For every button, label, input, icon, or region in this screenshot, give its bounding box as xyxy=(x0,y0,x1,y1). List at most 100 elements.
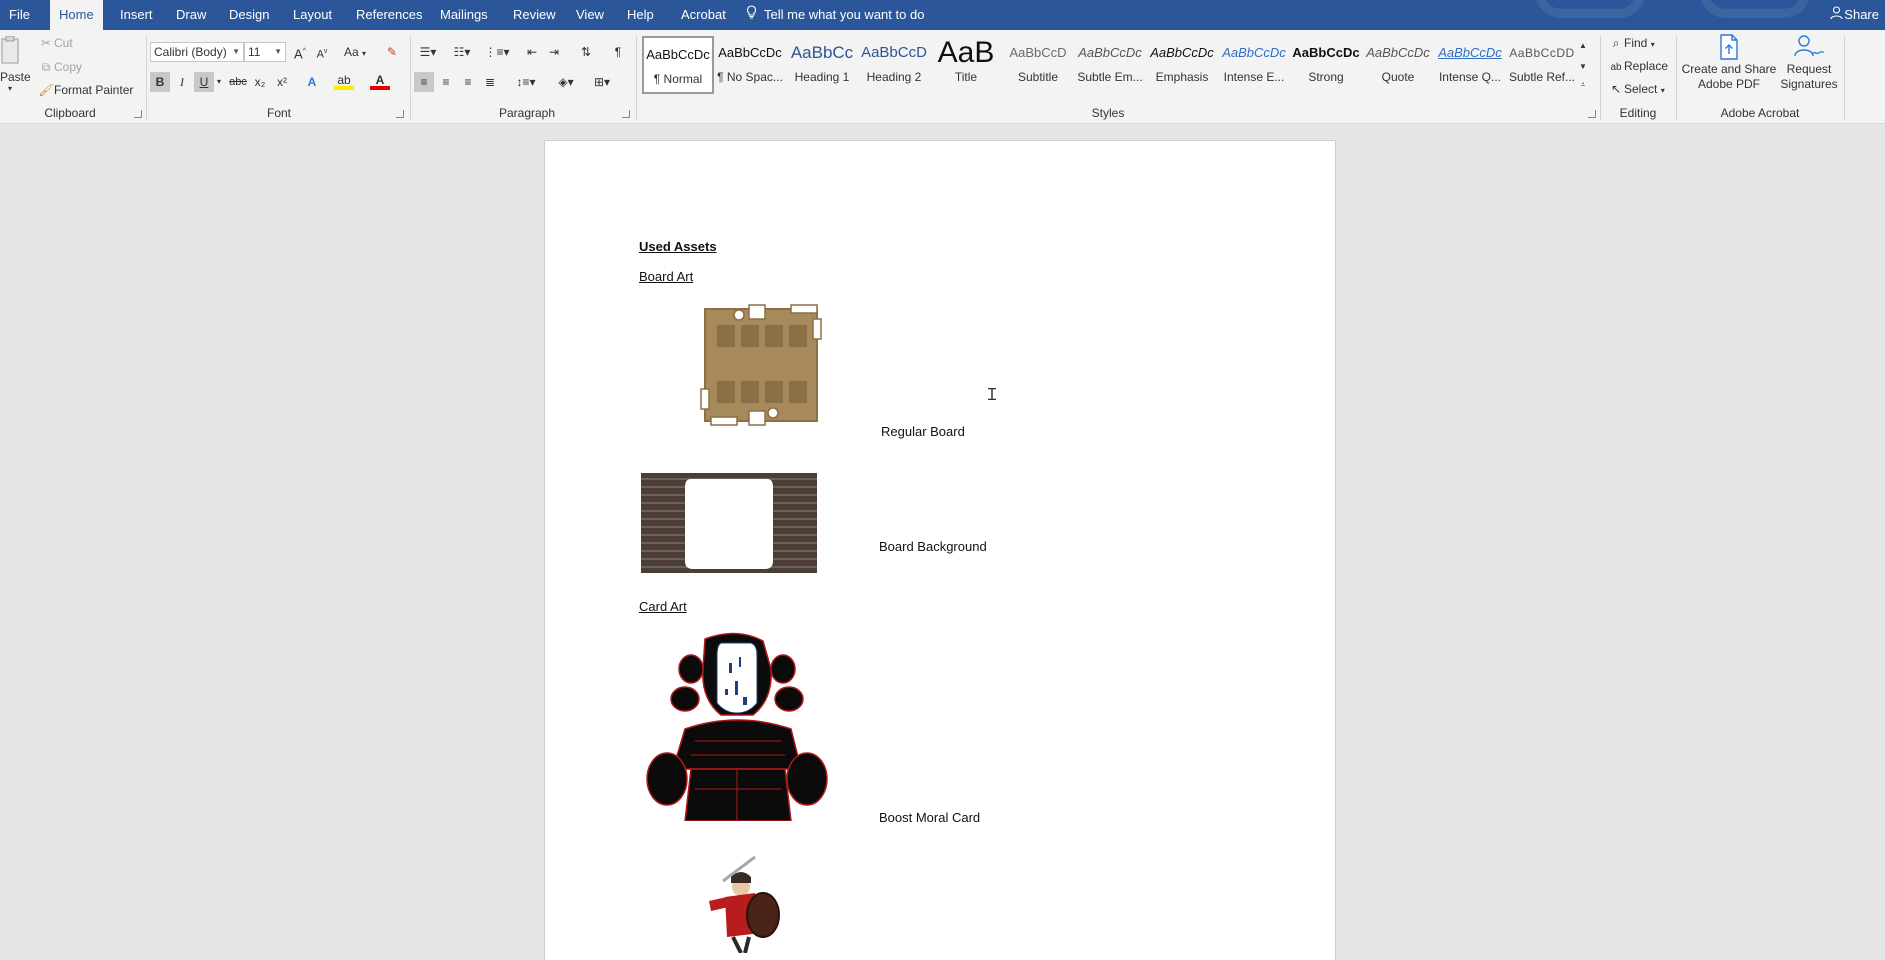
chevron-down-icon: ▼ xyxy=(232,47,240,56)
warrior-card-image[interactable] xyxy=(681,853,791,953)
share-label: Share xyxy=(1844,7,1879,22)
show-formatting-button[interactable]: ¶ xyxy=(608,42,628,62)
subscript-button[interactable]: x₂ xyxy=(250,72,270,92)
strikethrough-button[interactable]: abc xyxy=(228,72,248,92)
tab-mailings[interactable]: Mailings xyxy=(431,0,497,30)
tab-help[interactable]: Help xyxy=(618,0,663,30)
font-color-button[interactable]: A xyxy=(370,72,390,90)
gallery-more-icon[interactable]: ⩡ xyxy=(1576,76,1590,94)
decrease-indent-icon[interactable]: ⇤ xyxy=(522,42,542,62)
replace-button[interactable]: ab Replace xyxy=(1608,59,1668,73)
create-share-pdf-button[interactable]: Create and Share Adobe PDF xyxy=(1680,34,1778,96)
font-launcher-icon[interactable] xyxy=(396,110,404,118)
style-sample: AaB xyxy=(937,36,995,69)
text-effects-button[interactable]: A xyxy=(302,72,322,92)
board-background-image[interactable] xyxy=(641,473,817,573)
style-item[interactable]: AaB Title xyxy=(930,36,1002,94)
tab-references[interactable]: References xyxy=(347,0,431,30)
change-case-button[interactable]: Aa ▾ xyxy=(340,42,370,62)
bullets-icon[interactable]: ☰▾ xyxy=(414,42,442,62)
clipboard-group-label: Clipboard xyxy=(44,106,96,120)
clear-formatting-icon[interactable]: ✎ xyxy=(382,42,402,62)
chevron-down-icon: ▾ xyxy=(1660,86,1665,95)
style-item[interactable]: AaBbCcDc Intense Q... xyxy=(1434,36,1506,94)
section-title-card-art: Card Art xyxy=(639,599,687,614)
increase-indent-icon[interactable]: ⇥ xyxy=(544,42,564,62)
justify-icon[interactable]: ≣ xyxy=(480,72,500,92)
clipboard-launcher-icon[interactable] xyxy=(134,110,142,118)
copy-button[interactable]: ⧉ Copy xyxy=(38,60,82,75)
shrink-font-button[interactable]: Av xyxy=(312,42,332,62)
style-item[interactable]: AaBbCcD Subtitle xyxy=(1002,36,1074,94)
style-item[interactable]: AaBbCcDD Subtle Ref... xyxy=(1506,36,1578,94)
style-item[interactable]: AaBbCcDc ¶ Normal xyxy=(642,36,714,94)
signature-icon xyxy=(1778,34,1840,62)
sort-icon[interactable]: ⇅ xyxy=(576,42,596,62)
tab-draw[interactable]: Draw xyxy=(167,0,215,30)
paragraph-launcher-icon[interactable] xyxy=(622,110,630,118)
cut-button[interactable]: ✂ Cut xyxy=(38,36,73,50)
paste-button[interactable]: Paste ▾ xyxy=(0,35,32,94)
format-painter-button[interactable]: 🖌Format Painter xyxy=(38,83,133,97)
bold-button[interactable]: B xyxy=(150,72,170,92)
style-sample: AaBbCcDc xyxy=(1438,45,1502,60)
gallery-up-icon[interactable]: ▲ xyxy=(1576,34,1590,58)
tab-insert[interactable]: Insert xyxy=(111,0,162,30)
style-sample: AaBbCcD xyxy=(861,44,927,61)
style-item[interactable]: AaBbCcDc Quote xyxy=(1362,36,1434,94)
tab-layout[interactable]: Layout xyxy=(284,0,341,30)
font-size-value: 11 xyxy=(248,45,261,59)
style-name: Strong xyxy=(1308,70,1344,84)
share-button[interactable]: Share xyxy=(1830,0,1879,30)
multilevel-list-icon[interactable]: ⋮≡▾ xyxy=(482,42,512,62)
italic-button[interactable]: I xyxy=(172,72,192,92)
line-spacing-icon[interactable]: ↕≡▾ xyxy=(512,72,540,92)
adobe-acrobat-group-label: Adobe Acrobat xyxy=(1720,106,1800,120)
tab-review[interactable]: Review xyxy=(504,0,565,30)
chevron-down-icon[interactable]: ▾ xyxy=(214,72,224,92)
font-size-select[interactable]: 11 ▼ xyxy=(244,42,286,62)
style-item[interactable]: AaBbCcDc Subtle Em... xyxy=(1074,36,1146,94)
tab-home[interactable]: Home xyxy=(50,0,103,30)
style-name: Quote xyxy=(1381,70,1415,84)
style-item[interactable]: AaBbCcDc ¶ No Spac... xyxy=(714,36,786,94)
font-family-select[interactable]: Calibri (Body) ▼ xyxy=(150,42,244,62)
underline-button[interactable]: U xyxy=(194,72,214,92)
style-item[interactable]: AaBbCcDc Strong xyxy=(1290,36,1362,94)
borders-icon[interactable]: ⊞▾ xyxy=(588,72,616,92)
shading-icon[interactable]: ◈▾ xyxy=(552,72,580,92)
regular-board-image[interactable] xyxy=(699,303,823,427)
style-item[interactable]: AaBbCcD Heading 2 xyxy=(858,36,930,94)
document-canvas[interactable]: Used Assets Board Art Regular Board Boar… xyxy=(0,124,1885,960)
highlight-color-button[interactable]: ab xyxy=(334,72,354,90)
style-item[interactable]: AaBbCc Heading 1 xyxy=(786,36,858,94)
align-center-icon[interactable]: ≡ xyxy=(436,72,456,92)
styles-launcher-icon[interactable] xyxy=(1588,110,1596,118)
numbering-icon[interactable]: ☷▾ xyxy=(448,42,476,62)
copy-icon: ⧉ xyxy=(41,60,51,74)
style-item[interactable]: AaBbCcDc Intense E... xyxy=(1218,36,1290,94)
request-signatures-button[interactable]: Request Signatures xyxy=(1778,34,1840,96)
lightbulb-icon xyxy=(746,0,758,30)
ribbon: Paste ▾ ✂ Cut ⧉ Copy 🖌Format Painter Clipb… xyxy=(0,30,1885,124)
tab-design[interactable]: Design xyxy=(220,0,278,30)
paste-label: Paste xyxy=(0,70,31,84)
gallery-down-icon[interactable]: ▼ xyxy=(1576,58,1590,76)
boost-moral-card-image[interactable] xyxy=(645,629,829,821)
group-divider xyxy=(1600,36,1601,120)
select-button[interactable]: ↖ Select ▾ xyxy=(1608,82,1665,96)
align-right-icon[interactable]: ≡ xyxy=(458,72,478,92)
find-button[interactable]: ⌕ Find ▾ xyxy=(1608,36,1655,51)
tab-view[interactable]: View xyxy=(567,0,613,30)
cut-label: Cut xyxy=(54,36,73,50)
style-item[interactable]: AaBbCcDc Emphasis xyxy=(1146,36,1218,94)
style-sample: AaBbCcDc xyxy=(1366,45,1430,60)
grow-font-button[interactable]: A^ xyxy=(290,42,310,62)
document-page[interactable]: Used Assets Board Art Regular Board Boar… xyxy=(544,140,1336,960)
tab-file[interactable]: File xyxy=(0,0,39,30)
tell-me-search[interactable]: Tell me what you want to do xyxy=(746,0,924,30)
style-name: ¶ Normal xyxy=(653,72,703,86)
align-left-icon[interactable]: ≡ xyxy=(414,72,434,92)
tab-acrobat[interactable]: Acrobat xyxy=(672,0,735,30)
superscript-button[interactable]: x² xyxy=(272,72,292,92)
